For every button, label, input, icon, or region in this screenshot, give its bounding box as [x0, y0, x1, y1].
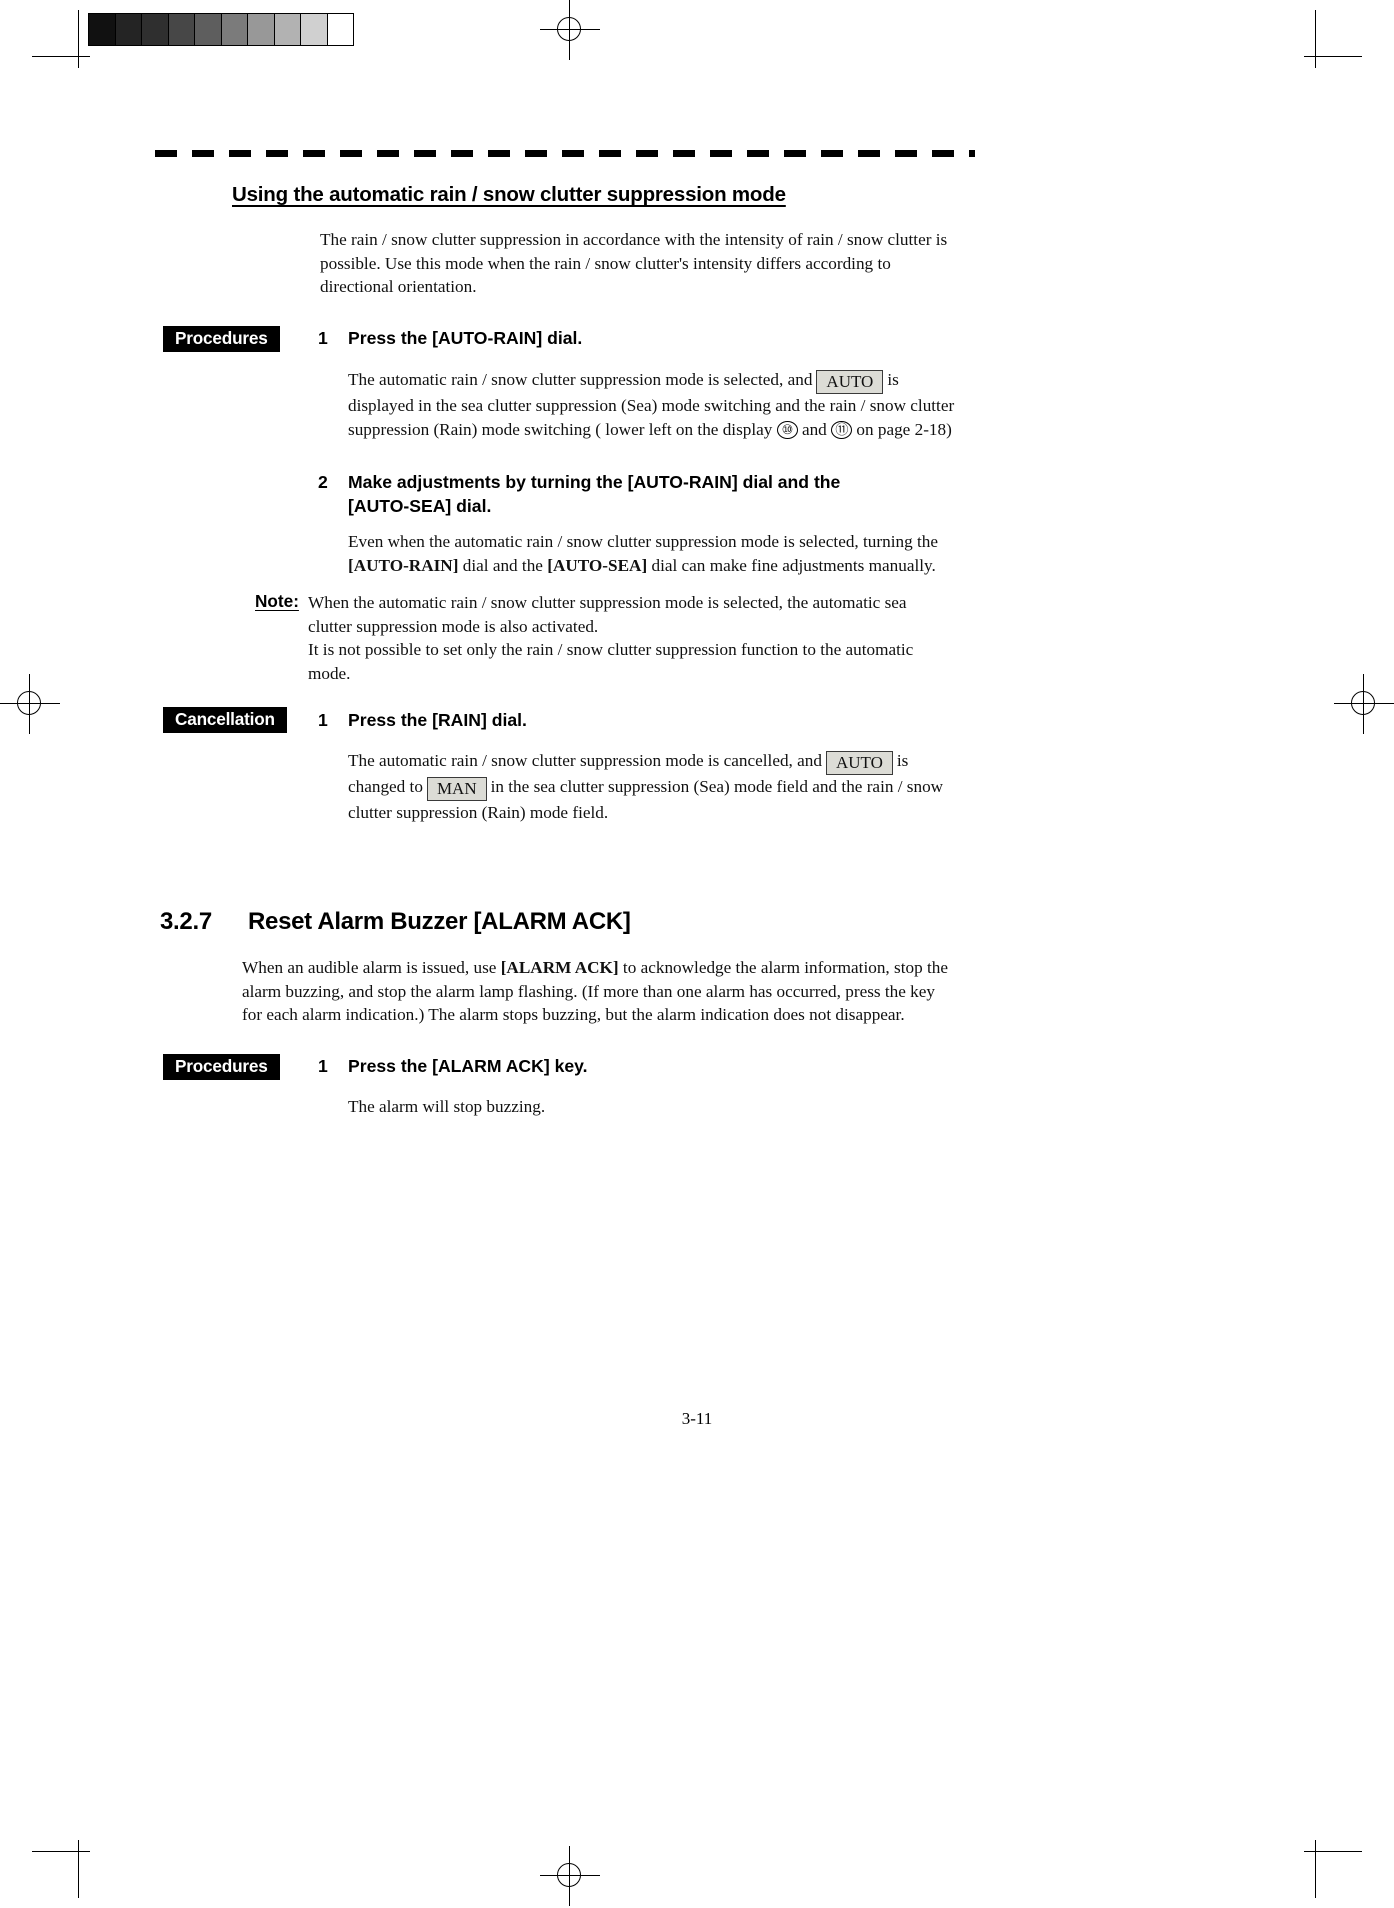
alarm-step-1-body: The alarm will stop buzzing.: [348, 1097, 546, 1116]
rain-step-2-body-part2: dial and the: [462, 555, 543, 575]
crop-mark-bottom-left: [32, 1840, 90, 1898]
section-number: 3.2.7: [160, 908, 212, 935]
rain-step-1-body-part3: on page 2-18): [856, 419, 952, 439]
registration-hline: [1334, 703, 1394, 704]
alarm-intro-paragraph: When an audible alarm is issued, use [AL…: [242, 956, 950, 1027]
note-label: Note:: [255, 591, 299, 611]
registration-vline: [569, 0, 570, 60]
rain-step-2-number: 2: [318, 472, 328, 492]
alarm-step-1-heading: 1 Press the [ALARM ACK] key.: [318, 1054, 918, 1078]
grayscale-patch: [142, 14, 169, 45]
alarm-body-part1: When an audible alarm is issued, use: [242, 958, 497, 977]
rain-step-1-body-part1: The automatic rain / snow clutter suppre…: [348, 370, 813, 389]
rain-step-2-body: Even when the automatic rain / snow clut…: [348, 530, 956, 577]
grayscale-patch: [115, 14, 142, 45]
lcd-indicator-man: MAN: [426, 777, 487, 801]
circled-number-10: ⑩: [776, 420, 798, 439]
rain-step-2-body-part3: dial can make fine adjustments manually.: [651, 555, 936, 575]
circled-number-11: ⑪: [831, 420, 853, 439]
crop-mark-top-left: [32, 10, 90, 68]
registration-hline: [0, 703, 60, 704]
grayscale-patch: [168, 14, 195, 45]
note-line-1: When the automatic rain / snow clutter s…: [308, 593, 907, 636]
lcd-indicator-auto: AUTO: [816, 370, 884, 394]
procedures-tag-alarm: Procedures: [163, 1054, 280, 1080]
registration-hline: [540, 29, 600, 30]
section-title-rain-snow: Using the automatic rain / snow clutter …: [232, 183, 786, 206]
registration-vline: [569, 1846, 570, 1906]
rain-step-1-text: Press the [AUTO-RAIN] dial.: [348, 328, 583, 348]
document-page: Using the automatic rain / snow clutter …: [0, 0, 1394, 1908]
registration-mark-right: [1334, 674, 1394, 734]
page-number: 3-11: [681, 1409, 713, 1428]
section-heading-3-2-7: 3.2.7 Reset Alarm Buzzer [ALARM ACK]: [160, 908, 631, 936]
dashed-separator-rule: [155, 150, 975, 157]
rain-step-1-and: and: [801, 419, 827, 439]
grayscale-patch: [274, 14, 301, 45]
cancel-step-1-text: Press the [RAIN] dial.: [348, 710, 527, 730]
grayscale-patch: [327, 14, 353, 45]
registration-vline: [1363, 674, 1364, 734]
registration-mark-left: [0, 674, 60, 734]
crop-mark-top-right: [1304, 10, 1362, 68]
grayscale-patch: [301, 14, 328, 45]
rain-step-2-text-line2: [AUTO-SEA] dial.: [348, 496, 492, 516]
bold-term-auto-rain: [AUTO-RAIN]: [348, 555, 459, 575]
bold-term-auto-sea: [AUTO-SEA]: [547, 555, 648, 575]
rain-step-1-number: 1: [318, 328, 328, 348]
rain-step-2-body-part1: Even when the automatic rain / snow clut…: [348, 532, 938, 551]
rain-snow-intro-paragraph: The rain / snow clutter suppression in a…: [320, 230, 948, 296]
rain-step-1-heading: 1 Press the [AUTO-RAIN] dial.: [318, 326, 918, 350]
alarm-step-1-text: Press the [ALARM ACK] key.: [348, 1056, 588, 1076]
cancel-body-part1: The automatic rain / snow clutter suppre…: [348, 751, 822, 770]
rain-step-2-heading: 2 Make adjustments by turning the [AUTO-R…: [318, 470, 918, 518]
registration-vline: [29, 674, 30, 734]
rain-step-1-body: The automatic rain / snow clutter suppre…: [348, 368, 956, 441]
lcd-indicator-auto-cancel: AUTO: [825, 751, 893, 775]
cancel-step-1-number: 1: [318, 710, 328, 730]
section-heading-text: Reset Alarm Buzzer [ALARM ACK]: [248, 908, 631, 935]
registration-mark-bottom: [540, 1846, 600, 1906]
note-body: When the automatic rain / snow clutter s…: [308, 591, 920, 685]
grayscale-patch: [89, 14, 116, 45]
crop-mark-bottom-right: [1304, 1840, 1362, 1898]
cancel-step-1-heading: 1 Press the [RAIN] dial.: [318, 708, 918, 732]
bold-term-alarm-ack: [ALARM ACK]: [500, 958, 619, 977]
cancellation-tag: Cancellation: [163, 707, 287, 733]
grayscale-patch: [195, 14, 222, 45]
grayscale-patch: [248, 14, 275, 45]
registration-mark-top: [540, 0, 600, 60]
note-line-2: It is not possible to set only the rain …: [308, 640, 914, 683]
registration-hline: [540, 1875, 600, 1876]
alarm-step-1-number: 1: [318, 1056, 328, 1076]
grayscale-calibration-strip: [88, 13, 354, 46]
cancel-step-1-body: The automatic rain / snow clutter suppre…: [348, 749, 956, 825]
rain-step-2-text-line1: Make adjustments by turning the [AUTO-RA…: [348, 472, 841, 492]
grayscale-patch: [221, 14, 248, 45]
procedures-tag-rain: Procedures: [163, 326, 280, 352]
